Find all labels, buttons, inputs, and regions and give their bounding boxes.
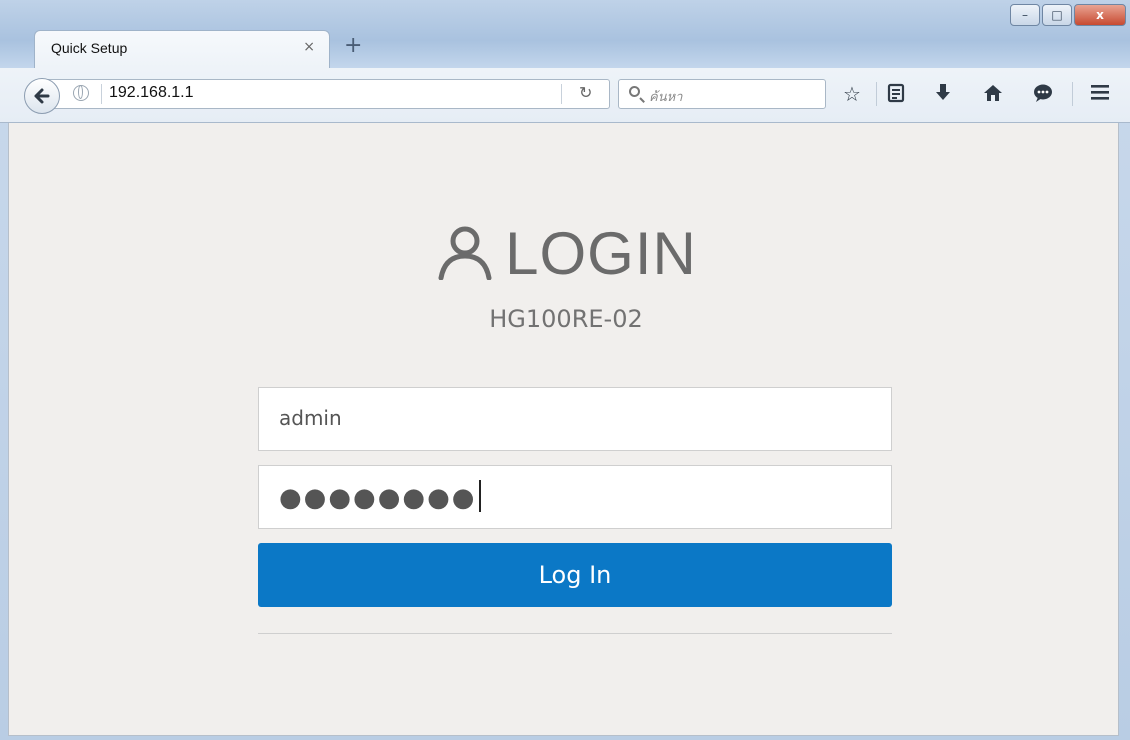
maximize-button[interactable]: □: [1042, 4, 1072, 26]
close-button[interactable]: x: [1074, 4, 1126, 26]
menu-icon[interactable]: [1090, 83, 1110, 105]
chat-icon[interactable]: [1033, 83, 1053, 107]
divider: [258, 633, 892, 634]
toolbar-separator: [876, 82, 877, 106]
username-field[interactable]: admin: [258, 387, 892, 451]
reload-icon[interactable]: ↻: [579, 83, 592, 102]
username-value[interactable]: admin: [279, 406, 342, 430]
home-glyph: [984, 85, 1002, 101]
text-caret: [478, 480, 481, 512]
tab-strip: Quick Setup × + – □ x: [0, 0, 1130, 68]
chat-glyph: [1034, 84, 1052, 102]
reading-list-glyph: [887, 83, 905, 103]
back-arrow-icon: [34, 88, 50, 104]
user-icon: [435, 224, 495, 295]
login-heading: LOGIN: [1, 219, 1130, 295]
browser-window: Quick Setup × + – □ x 192.168.1.1 ↻ ค้นห…: [0, 0, 1130, 740]
address-bar[interactable]: 192.168.1.1 ↻: [48, 79, 610, 109]
login-title: LOGIN: [505, 220, 697, 287]
login-button-label: Log In: [538, 561, 612, 589]
star-icon[interactable]: ☆: [843, 83, 861, 105]
device-model: HG100RE-02: [489, 305, 643, 333]
password-mask[interactable]: ●●●●●●●●: [279, 480, 481, 513]
menu-glyph: [1091, 85, 1109, 100]
download-glyph: [936, 84, 950, 100]
password-dots: ●●●●●●●●: [279, 483, 477, 513]
back-button[interactable]: [24, 78, 60, 114]
reading-list-icon[interactable]: [887, 83, 905, 107]
tab-quick-setup[interactable]: Quick Setup ×: [34, 30, 330, 68]
toolbar-separator: [1072, 82, 1073, 106]
home-icon[interactable]: [983, 83, 1003, 107]
search-placeholder: ค้นหา: [649, 90, 683, 105]
window-controls: – □ x: [1008, 4, 1126, 28]
url-separator: [101, 84, 102, 104]
login-button[interactable]: Log In: [258, 543, 892, 607]
url-text[interactable]: 192.168.1.1: [109, 84, 194, 102]
reload-separator: [561, 84, 562, 104]
search-bar[interactable]: ค้นหา: [618, 79, 826, 109]
new-tab-icon[interactable]: +: [344, 32, 362, 60]
download-icon[interactable]: [935, 83, 951, 107]
page-content: LOGIN HG100RE-02 admin ●●●●●●●● Log In: [8, 123, 1119, 736]
globe-icon: [73, 85, 89, 101]
tab-title: Quick Setup: [51, 40, 128, 56]
minimize-button[interactable]: –: [1010, 4, 1040, 26]
password-field[interactable]: ●●●●●●●●: [258, 465, 892, 529]
navigation-toolbar: 192.168.1.1 ↻ ค้นหา ☆: [0, 68, 1130, 123]
tab-close-icon[interactable]: ×: [303, 39, 315, 55]
search-icon: [629, 86, 640, 97]
